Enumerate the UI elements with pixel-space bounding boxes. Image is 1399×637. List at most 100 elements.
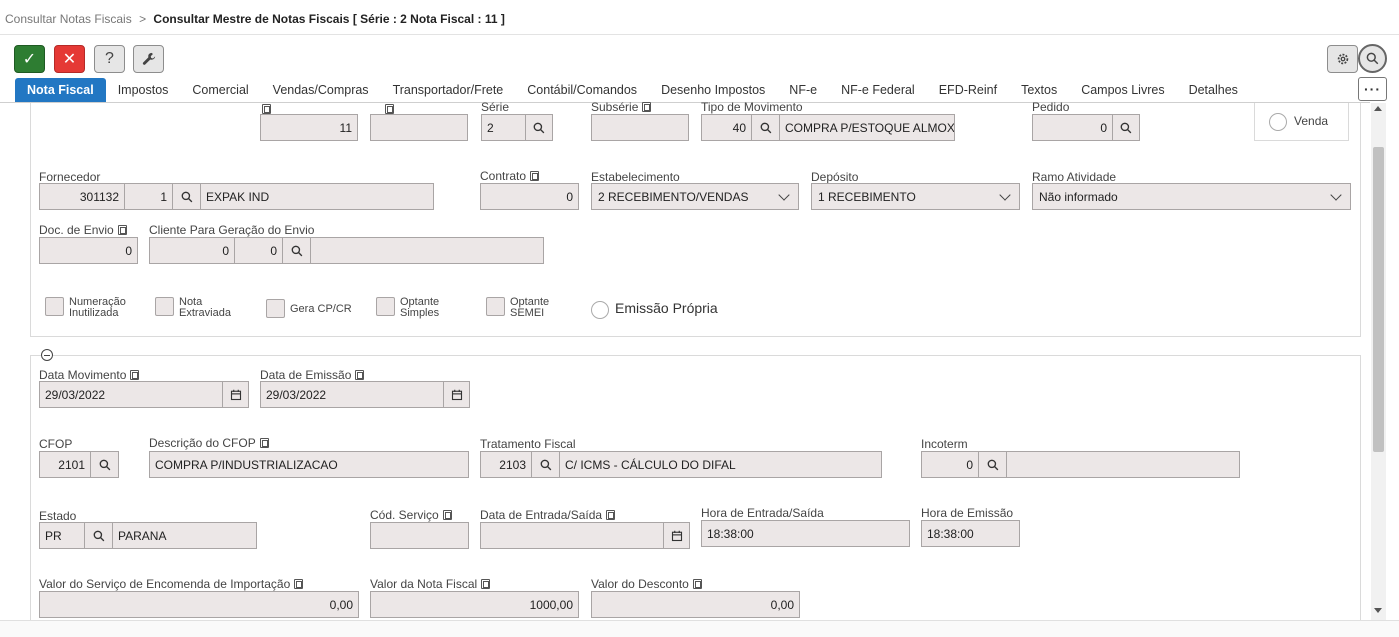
data-entrada-saida-field[interactable] [480, 522, 665, 549]
numeracao-inutilizada-checkbox[interactable] [45, 297, 64, 316]
breadcrumb-parent[interactable]: Consultar Notas Fiscais [5, 12, 132, 26]
fornecedor-search-button[interactable] [172, 183, 201, 210]
cliente-envio-code-field[interactable]: 0 [149, 237, 235, 264]
estado-code-field[interactable]: PR [39, 522, 85, 549]
hora-entrada-saida-field[interactable]: 18:38:00 [701, 520, 910, 547]
nota-number-field[interactable]: 11 [260, 114, 358, 141]
cfop-field[interactable]: 2101 [39, 451, 91, 478]
search-icon [1120, 122, 1132, 133]
copy-icon[interactable] [385, 104, 395, 114]
tab-contabil-comandos[interactable]: Contábil/Comandos [515, 78, 649, 102]
tab-comercial[interactable]: Comercial [180, 78, 260, 102]
tab-transportador-frete[interactable]: Transportador/Frete [381, 78, 516, 102]
serie-search-button[interactable] [525, 114, 553, 141]
tab-campos-livres[interactable]: Campos Livres [1069, 78, 1176, 102]
tab-impostos[interactable]: Impostos [106, 78, 181, 102]
cancel-button[interactable]: ✕ [54, 45, 85, 73]
close-icon: ✕ [62, 51, 77, 68]
emissao-propria-toggle[interactable] [591, 301, 609, 319]
tab-desenho-impostos[interactable]: Desenho Impostos [649, 78, 777, 102]
cliente-envio-name-field[interactable] [310, 237, 544, 264]
copy-icon[interactable] [259, 438, 269, 448]
serie-field[interactable]: 2 [481, 114, 526, 141]
fornecedor-code-field[interactable]: 301132 [39, 183, 125, 210]
data-emissao-field[interactable]: 29/03/2022 [260, 381, 444, 408]
copy-icon[interactable] [442, 510, 452, 520]
cfop-label: CFOP [39, 437, 73, 451]
copy-icon[interactable] [481, 579, 491, 589]
nota-extraviada-checkbox[interactable] [155, 297, 174, 316]
copy-icon[interactable] [692, 579, 702, 589]
fornecedor-label: Fornecedor [39, 170, 101, 184]
tipo-movimento-search-button[interactable] [751, 114, 780, 141]
estabelecimento-select[interactable]: 2 RECEBIMENTO/VENDAS [591, 183, 799, 210]
confirm-button[interactable]: ✓ [14, 45, 45, 73]
copy-icon[interactable] [355, 370, 365, 380]
incoterm-code-field[interactable]: 0 [921, 451, 979, 478]
venda-radio[interactable] [1269, 113, 1287, 131]
gera-cp-cr-checkbox[interactable] [266, 299, 285, 318]
pedido-field[interactable]: 0 [1032, 114, 1113, 141]
estado-name-field[interactable]: PARANA [112, 522, 257, 549]
help-button[interactable]: ? [94, 45, 125, 73]
data-entrada-calendar-button[interactable] [663, 522, 690, 549]
tools-button[interactable] [133, 45, 164, 73]
scroll-up-icon[interactable] [1374, 106, 1382, 111]
valor-nota-field[interactable]: 1000,00 [370, 591, 579, 618]
data-emissao-calendar-button[interactable] [443, 381, 470, 408]
contrato-field[interactable]: 0 [480, 183, 579, 210]
cliente-envio-search-button[interactable] [282, 237, 311, 264]
tipo-movimento-desc-field[interactable]: COMPRA P/ESTOQUE ALMOX [779, 114, 955, 141]
tab-detalhes[interactable]: Detalhes [1177, 78, 1250, 102]
descricao-cfop-field[interactable]: COMPRA P/INDUSTRIALIZACAO [149, 451, 469, 478]
deposito-select[interactable]: 1 RECEBIMENTO [811, 183, 1020, 210]
more-options-button[interactable]: ··· [1358, 77, 1387, 101]
fornecedor-seq-field[interactable]: 1 [124, 183, 173, 210]
copy-icon[interactable] [117, 225, 127, 235]
help-icon: ? [105, 50, 114, 67]
tratamento-fiscal-desc-field[interactable]: C/ ICMS - CÁLCULO DO DIFAL [559, 451, 882, 478]
pedido-search-button[interactable] [1112, 114, 1140, 141]
settings-button[interactable] [1327, 45, 1358, 73]
copy-icon[interactable] [130, 370, 140, 380]
breadcrumb: Consultar Notas Fiscais > Consultar Mest… [5, 12, 505, 26]
scroll-down-icon[interactable] [1374, 608, 1382, 613]
copy-icon[interactable] [606, 510, 616, 520]
optante-simples-checkbox[interactable] [376, 297, 395, 316]
copy-icon[interactable] [642, 102, 652, 112]
cliente-envio-seq-field[interactable]: 0 [234, 237, 283, 264]
hora-emissao-field[interactable]: 18:38:00 [921, 520, 1020, 547]
search-button[interactable] [1358, 44, 1387, 73]
tab-textos[interactable]: Textos [1009, 78, 1069, 102]
fornecedor-name-field[interactable]: EXPAK IND [200, 183, 434, 210]
copy-icon[interactable] [294, 579, 304, 589]
cfop-search-button[interactable] [90, 451, 119, 478]
incoterm-search-button[interactable] [978, 451, 1007, 478]
tab-vendas-compras[interactable]: Vendas/Compras [261, 78, 381, 102]
valor-servico-field[interactable]: 0,00 [39, 591, 359, 618]
secondary-field[interactable] [370, 114, 468, 141]
tab-efd-reinf[interactable]: EFD-Reinf [927, 78, 1009, 102]
search-icon [760, 122, 771, 133]
data-emissao-label: Data de Emissão [260, 368, 365, 382]
copy-icon[interactable] [530, 171, 540, 181]
ramo-atividade-select[interactable]: Não informado [1032, 183, 1351, 210]
tratamento-fiscal-search-button[interactable] [531, 451, 560, 478]
subserie-field[interactable] [591, 114, 689, 141]
data-movimento-calendar-button[interactable] [222, 381, 249, 408]
optante-semei-checkbox[interactable] [486, 297, 505, 316]
tab-nfe-federal[interactable]: NF-e Federal [829, 78, 927, 102]
tratamento-fiscal-code-field[interactable]: 2103 [480, 451, 532, 478]
tab-nota-fiscal[interactable]: Nota Fiscal [15, 78, 106, 102]
tab-nfe[interactable]: NF-e [777, 78, 829, 102]
cod-servico-field[interactable] [370, 522, 469, 549]
copy-icon[interactable] [262, 104, 271, 114]
tipo-movimento-code-field[interactable]: 40 [701, 114, 752, 141]
valor-desconto-field[interactable]: 0,00 [591, 591, 800, 618]
doc-envio-field[interactable]: 0 [39, 237, 138, 264]
collapse-button[interactable] [41, 349, 53, 361]
incoterm-desc-field[interactable] [1006, 451, 1240, 478]
estado-search-button[interactable] [84, 522, 113, 549]
scrollbar-thumb[interactable] [1373, 147, 1384, 452]
data-movimento-field[interactable]: 29/03/2022 [39, 381, 223, 408]
